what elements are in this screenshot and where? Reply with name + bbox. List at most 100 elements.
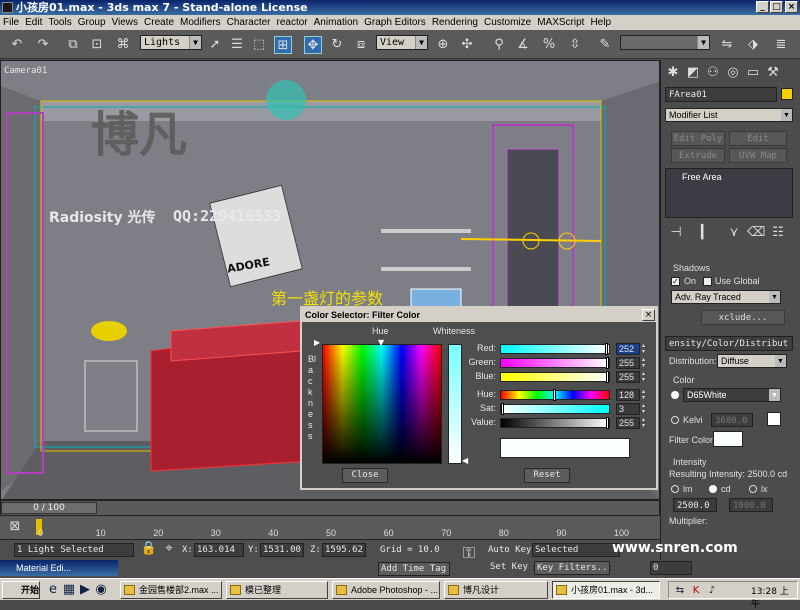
z-coordinate-field[interactable]: 1595.62: [322, 543, 366, 557]
use-global-checkbox[interactable]: [703, 277, 712, 286]
value-slider-thumb[interactable]: [606, 417, 609, 429]
value-slider[interactable]: [500, 418, 610, 428]
display-tab-icon[interactable]: ▭: [744, 64, 762, 82]
percent-snap-icon[interactable]: %: [540, 36, 558, 54]
menu-graph-editors[interactable]: Graph Editors: [361, 15, 429, 30]
color-preset-dropdown[interactable]: D65White ▼: [683, 388, 781, 402]
make-unique-icon[interactable]: ⋎: [725, 224, 743, 242]
shadow-type-dropdown[interactable]: Adv. Ray Traced ▼: [671, 290, 781, 304]
kelvin-field[interactable]: 3600.0: [711, 413, 753, 427]
show-end-result-icon[interactable]: ▎: [697, 224, 715, 242]
green-spinner-icon[interactable]: ▴ ▾: [642, 357, 648, 369]
rotate-icon[interactable]: ↻: [328, 36, 346, 54]
distribution-rollout-header[interactable]: ensity/Color/Distribut: [665, 336, 793, 351]
preset-radio[interactable]: [671, 391, 679, 399]
sat-slider[interactable]: [500, 404, 610, 414]
object-name-field[interactable]: FArea01: [665, 87, 777, 102]
motion-tab-icon[interactable]: ◎: [724, 64, 742, 82]
menu-group[interactable]: Group: [75, 15, 109, 30]
redo-icon[interactable]: ↷: [34, 36, 52, 54]
menu-maxscript[interactable]: MAXScript: [534, 15, 587, 30]
set-key-button[interactable]: Set Key: [490, 562, 528, 572]
align-icon[interactable]: ⬗: [744, 36, 762, 54]
lm-radio[interactable]: [671, 485, 679, 493]
scale-icon[interactable]: ⧈: [352, 36, 370, 54]
modify-tab-icon[interactable]: ◩: [684, 64, 702, 82]
red-spinner-icon[interactable]: ▴ ▾: [642, 343, 648, 355]
configure-sets-icon[interactable]: ☷: [769, 224, 787, 242]
viewport-label[interactable]: Camera01: [4, 66, 47, 76]
uvw-map-button[interactable]: UVW Map: [729, 148, 787, 163]
menu-reactor[interactable]: reactor: [274, 15, 311, 30]
select-by-name-icon[interactable]: ☰: [228, 36, 246, 54]
whiteness-slider[interactable]: [448, 344, 462, 464]
extrude-button[interactable]: Extrude: [671, 148, 725, 163]
minimize-button[interactable]: _: [756, 1, 769, 13]
open-mini-curve-editor-icon[interactable]: ⊠: [6, 518, 24, 536]
spinner-snap-icon[interactable]: ⇳: [566, 36, 584, 54]
sat-spinner-icon[interactable]: ▴ ▾: [642, 403, 648, 415]
select-object-icon[interactable]: ➚: [206, 36, 224, 54]
unlink-icon[interactable]: ⊡: [88, 36, 106, 54]
blue-slider[interactable]: [500, 372, 610, 382]
pin-stack-icon[interactable]: ⊣: [667, 224, 685, 242]
start-button[interactable]: 开始: [2, 581, 40, 599]
layer-manager-icon[interactable]: ≣: [772, 36, 790, 54]
shadows-on-checkbox[interactable]: ✓: [671, 277, 680, 286]
red-value-field[interactable]: 252: [616, 343, 640, 355]
link-icon[interactable]: ⧉: [64, 36, 82, 54]
filter-color-swatch[interactable]: [713, 431, 743, 447]
time-slider-thumb[interactable]: 0 / 100: [1, 502, 97, 514]
lock-icon[interactable]: 🔒: [140, 540, 158, 558]
utilities-tab-icon[interactable]: ⚒: [764, 64, 782, 82]
quick-launch-app-icon[interactable]: ◉: [92, 581, 110, 599]
intensity-field-2[interactable]: 1000.0: [729, 498, 773, 512]
remove-modifier-icon[interactable]: ⌫: [747, 224, 765, 242]
blue-slider-thumb[interactable]: [606, 371, 609, 383]
modifier-stack[interactable]: Free Area: [665, 168, 793, 218]
menu-animation[interactable]: Animation: [311, 15, 361, 30]
select-manipulate-icon[interactable]: ✣: [458, 36, 476, 54]
edit-poly-button[interactable]: Edit Poly: [671, 131, 725, 146]
exclude-button[interactable]: xclude...: [701, 310, 785, 325]
edit-spline-button[interactable]: Edit Spline: [729, 131, 787, 158]
whiteness-marker-icon[interactable]: ◀: [462, 456, 468, 465]
value-spinner-icon[interactable]: ▴ ▾: [642, 417, 648, 429]
key-mode-dropdown[interactable]: Selected: [532, 543, 620, 557]
task-jinyuan[interactable]: 金园售楼部2.max ...: [120, 581, 222, 599]
cd-radio[interactable]: [709, 485, 717, 493]
task-folder-sorted[interactable]: 模已整理: [226, 581, 328, 599]
dialog-close-icon[interactable]: ×: [642, 309, 655, 321]
task-3dsmax-active[interactable]: 小孩房01.max - 3d...: [552, 581, 660, 599]
value-value-field[interactable]: 255: [616, 417, 640, 429]
menu-views[interactable]: Views: [109, 15, 142, 30]
mirror-icon[interactable]: ⇋: [718, 36, 736, 54]
maximize-button[interactable]: □: [770, 1, 783, 13]
edit-named-selection-icon[interactable]: ✎: [596, 36, 614, 54]
add-time-tag-button[interactable]: Add Time Tag: [378, 562, 450, 576]
green-slider-thumb[interactable]: [606, 357, 609, 369]
auto-key-button[interactable]: Auto Key: [488, 545, 531, 555]
hue-value-field[interactable]: 128: [616, 389, 640, 401]
absolute-mode-icon[interactable]: ⌖: [160, 540, 178, 558]
blackness-marker-icon[interactable]: ▶: [314, 338, 320, 347]
sat-value-field[interactable]: 3: [616, 403, 640, 415]
window-crossing-icon[interactable]: ⊞: [274, 36, 292, 54]
stack-item-free-area[interactable]: Free Area: [682, 172, 722, 182]
pivot-center-icon[interactable]: ⊕: [434, 36, 452, 54]
menu-tools[interactable]: Tools: [45, 15, 74, 30]
x-coordinate-field[interactable]: 163.014: [194, 543, 244, 557]
create-tab-icon[interactable]: ✱: [664, 64, 682, 82]
red-slider[interactable]: [500, 344, 610, 354]
set-key-icon[interactable]: ⚿: [460, 544, 478, 562]
bind-space-warp-icon[interactable]: ⌘: [114, 36, 132, 54]
hierarchy-tab-icon[interactable]: ⚇: [704, 64, 722, 82]
menu-character[interactable]: Character: [224, 15, 274, 30]
menu-customize[interactable]: Customize: [481, 15, 534, 30]
menu-rendering[interactable]: Rendering: [429, 15, 481, 30]
task-bofan-design[interactable]: 博凡设计: [444, 581, 548, 599]
track-bar[interactable]: ⊠ 0 10 20 30 40 50 60 70 80 90 100: [0, 516, 660, 540]
menu-create[interactable]: Create: [141, 15, 177, 30]
tray-volume-icon[interactable]: ♪: [703, 582, 721, 600]
kelvin-radio[interactable]: [671, 416, 679, 424]
